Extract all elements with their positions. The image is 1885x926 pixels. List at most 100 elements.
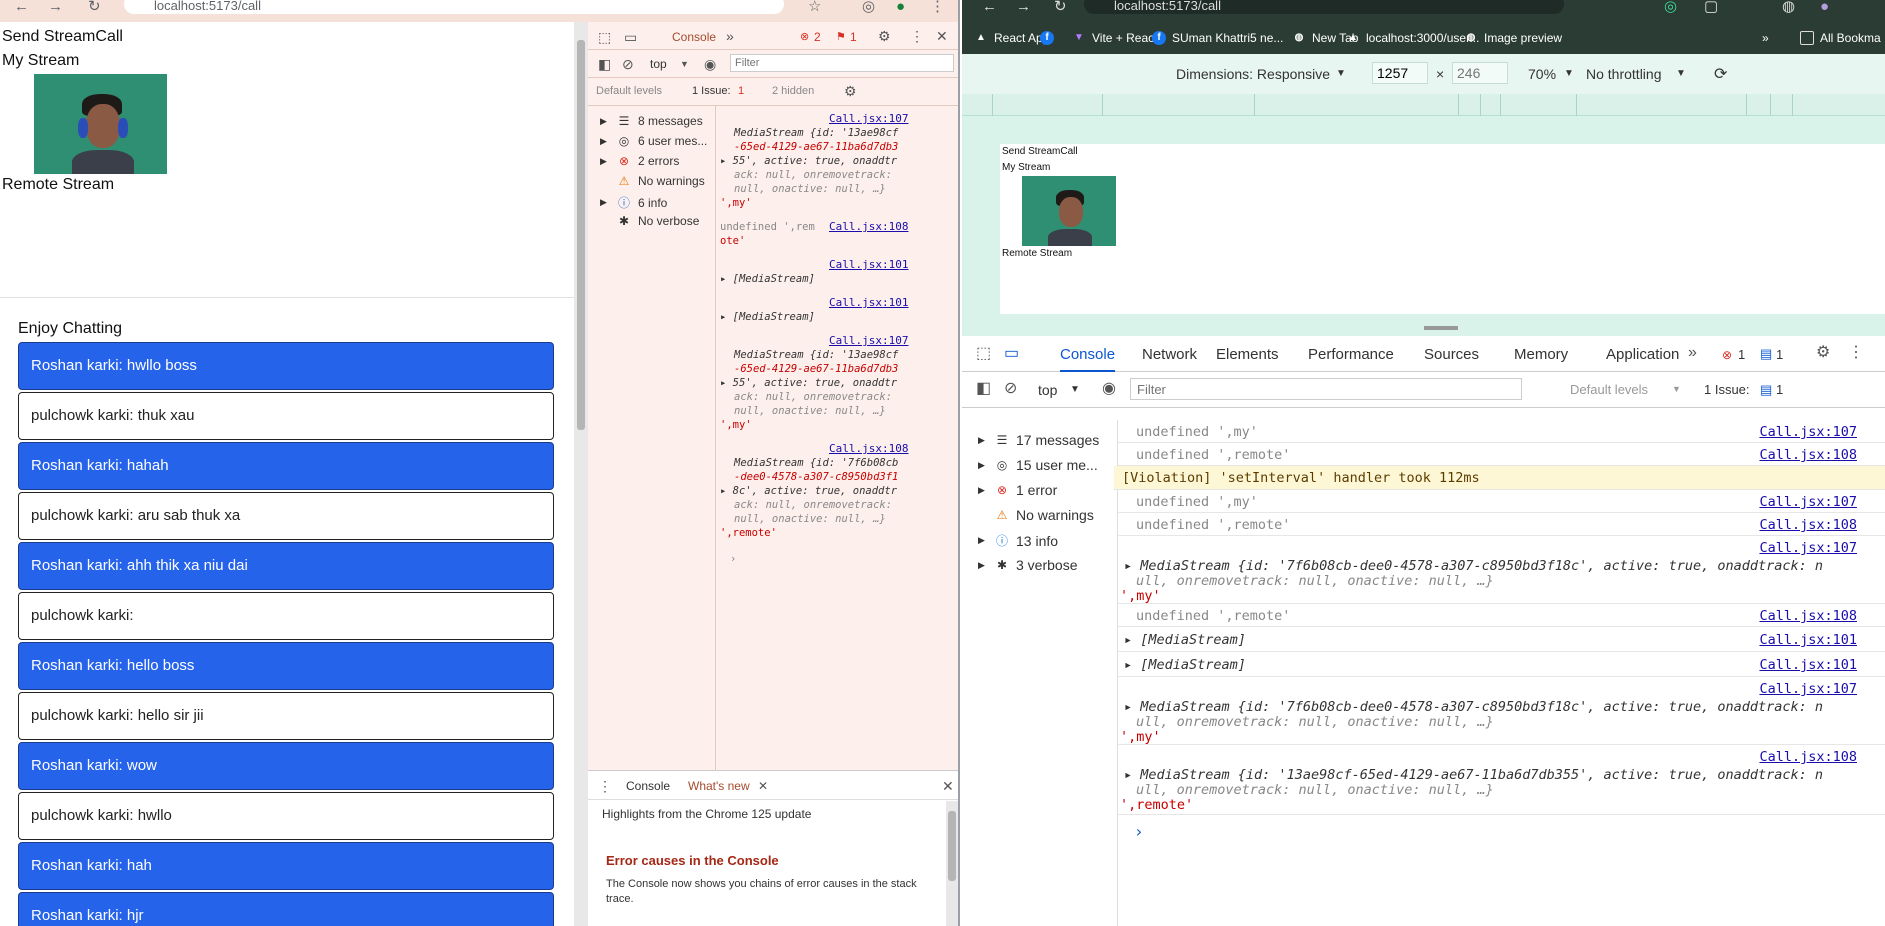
more-tabs-icon[interactable]: » [1688,345,1697,361]
log-text[interactable]: ▸ MediaStream {id: '13ae98cf-65ed-4129-a… [1124,767,1823,783]
tab-sources[interactable]: Sources [1424,346,1479,363]
close-devtools-icon[interactable]: ✕ [936,29,948,43]
zoom-select[interactable]: 70% [1528,66,1556,82]
issues-label[interactable]: 1 Issue: [692,85,731,97]
send-streamcall-button[interactable]: Send StreamCall [2,28,123,46]
default-levels[interactable]: Default levels [596,85,662,97]
chevron-down-icon[interactable]: ▼ [1564,68,1574,79]
puzzle-icon[interactable]: ▢ [1704,0,1718,14]
expand-icon[interactable]: ▶ [978,560,988,571]
log-link[interactable]: Call.jsx:101 [1759,657,1857,673]
message-icon[interactable]: ▤ [1760,347,1772,361]
resize-handle[interactable] [1424,326,1458,330]
log-link[interactable]: Call.jsx:107 [1759,681,1857,697]
log-link[interactable]: Call.jsx:108 [1759,517,1857,533]
error-count-icon[interactable]: ⊗ [1722,348,1732,362]
chevron-down-icon[interactable]: ▼ [1070,384,1080,395]
log-link[interactable]: Call.jsx:108 [829,442,908,457]
bookmark[interactable]: f SUman Khattri5 ne... [1152,31,1283,45]
log-link[interactable]: Call.jsx:107 [1759,424,1857,440]
chevron-down-icon[interactable]: ▼ [1672,384,1681,394]
back-icon[interactable]: ← [14,0,29,14]
tab-console[interactable]: Console [672,30,716,44]
kebab-icon[interactable]: ⋮ [1848,345,1864,361]
tab-elements[interactable]: Elements [1216,346,1279,363]
drawer-menu-icon[interactable]: ⋮ [598,779,612,793]
extension-icon[interactable]: ◎ [862,0,875,14]
sidebar-item[interactable]: ▶ ☰ 8 messages [600,114,703,128]
expand-icon[interactable]: ▶ [600,116,610,127]
log-link[interactable]: Call.jsx:101 [829,296,908,311]
sidebar-item[interactable]: ▶ ⊗ 2 errors [600,154,679,168]
log-link[interactable]: Call.jsx:108 [1759,447,1857,463]
sidebar-item[interactable]: ⚠ No warnings [600,174,705,188]
expand-icon[interactable]: ▶ [600,156,610,167]
more-bookmarks-icon[interactable]: » [1762,31,1769,45]
device-toggle-icon[interactable]: ▭ [1004,346,1019,362]
inspect-icon[interactable]: ⬚ [598,30,611,44]
sync-icon[interactable]: ◍ [1782,0,1795,14]
back-icon[interactable]: ← [982,0,997,14]
profile-icon[interactable]: ● [1820,0,1829,14]
kebab-icon[interactable]: ⋮ [910,29,924,43]
default-levels[interactable]: Default levels [1570,382,1648,397]
reload-icon[interactable]: ↻ [88,0,101,14]
settings-icon[interactable]: ⚙ [1816,345,1830,361]
log-text[interactable]: ▸ [MediaStream] [1124,632,1246,648]
expand-icon[interactable]: ▶ [600,197,610,208]
log-link[interactable]: Call.jsx:101 [1759,632,1857,648]
throttle-select[interactable]: No throttling [1586,66,1661,82]
sidebar-item[interactable]: ▶ ✱ 3 verbose [978,557,1077,573]
sidebar-item[interactable]: ✱ No verbose [600,214,699,228]
bookmark[interactable]: ▼ Vite + React [1072,31,1157,45]
tab-application[interactable]: Application [1606,346,1679,363]
log-text[interactable]: ▸ 55', active: true, onaddtr [720,154,897,169]
sidebar-item[interactable]: ▶ ⓘ 13 info [978,532,1058,549]
address-bar[interactable]: localhost:5173/call [1084,0,1564,14]
filter-input[interactable] [730,54,954,72]
log-text[interactable]: ▸ MediaStream {id: '7f6b08cb-dee0-4578-a… [1124,699,1823,715]
drawer-scrollbar[interactable] [946,801,958,926]
bookmark[interactable]: ▲ localhost:3000/user... [1346,31,1479,45]
chevron-down-icon[interactable]: ▼ [1336,68,1346,79]
log-text[interactable]: ▸ 8c', active: true, onaddtr [720,484,897,499]
tab-performance[interactable]: Performance [1308,346,1394,363]
close-tab-icon[interactable]: ✕ [758,779,768,793]
expand-icon[interactable]: ▶ [978,485,988,496]
page-scrollbar[interactable] [574,22,588,926]
log-link[interactable]: Call.jsx:108 [1759,608,1857,624]
sidebar-item[interactable]: ▶ ⊗ 1 error [978,482,1057,498]
clear-console-icon[interactable]: ⊘ [1004,381,1017,397]
sidebar-item[interactable]: ▶ ◎ 15 user me... [978,457,1098,473]
rotate-icon[interactable]: ⟳ [1714,64,1727,84]
log-link[interactable]: Call.jsx:107 [1759,494,1857,510]
console-settings-icon[interactable]: ⚙ [844,84,857,98]
filter-input[interactable] [1130,378,1522,400]
star-icon[interactable]: ☆ [808,0,821,14]
issues-label[interactable]: 1 Issue: [1704,382,1750,397]
bookmark[interactable]: ◍ Image preview [1464,31,1562,45]
preview-send-button[interactable]: Send StreamCall [1002,146,1078,157]
sidebar-item[interactable]: ⚠ No warnings [978,507,1094,523]
chevron-down-icon[interactable]: ▼ [1676,68,1686,79]
log-text[interactable]: ▸ [MediaStream] [1124,657,1246,673]
log-link[interactable]: Call.jsx:107 [829,112,908,127]
settings-icon[interactable]: ⚙ [878,29,891,43]
menu-icon[interactable]: ⋮ [930,0,945,14]
more-tabs-icon[interactable]: » [726,29,734,43]
clear-console-icon[interactable]: ⊘ [622,57,634,71]
tab-console[interactable]: Console [1060,346,1116,372]
expand-icon[interactable]: ▶ [600,136,610,147]
device-toggle-icon[interactable]: ▭ [624,30,637,44]
profile-icon[interactable]: ● [896,0,905,14]
context-select[interactable]: top [650,57,667,71]
log-link[interactable]: Call.jsx:107 [829,334,908,349]
close-drawer-icon[interactable]: ✕ [942,779,954,793]
eye-icon[interactable]: ◉ [1102,381,1116,397]
log-text[interactable]: ▸ 55', active: true, onaddtr [720,376,897,391]
prompt-chevron-icon[interactable]: › [1134,822,1144,841]
page-scrollbar-thumb[interactable] [577,40,585,430]
log-link[interactable]: Call.jsx:108 [1759,749,1857,765]
forward-icon[interactable]: → [48,0,63,14]
issue-flag-icon[interactable]: ⚑ [836,30,846,44]
